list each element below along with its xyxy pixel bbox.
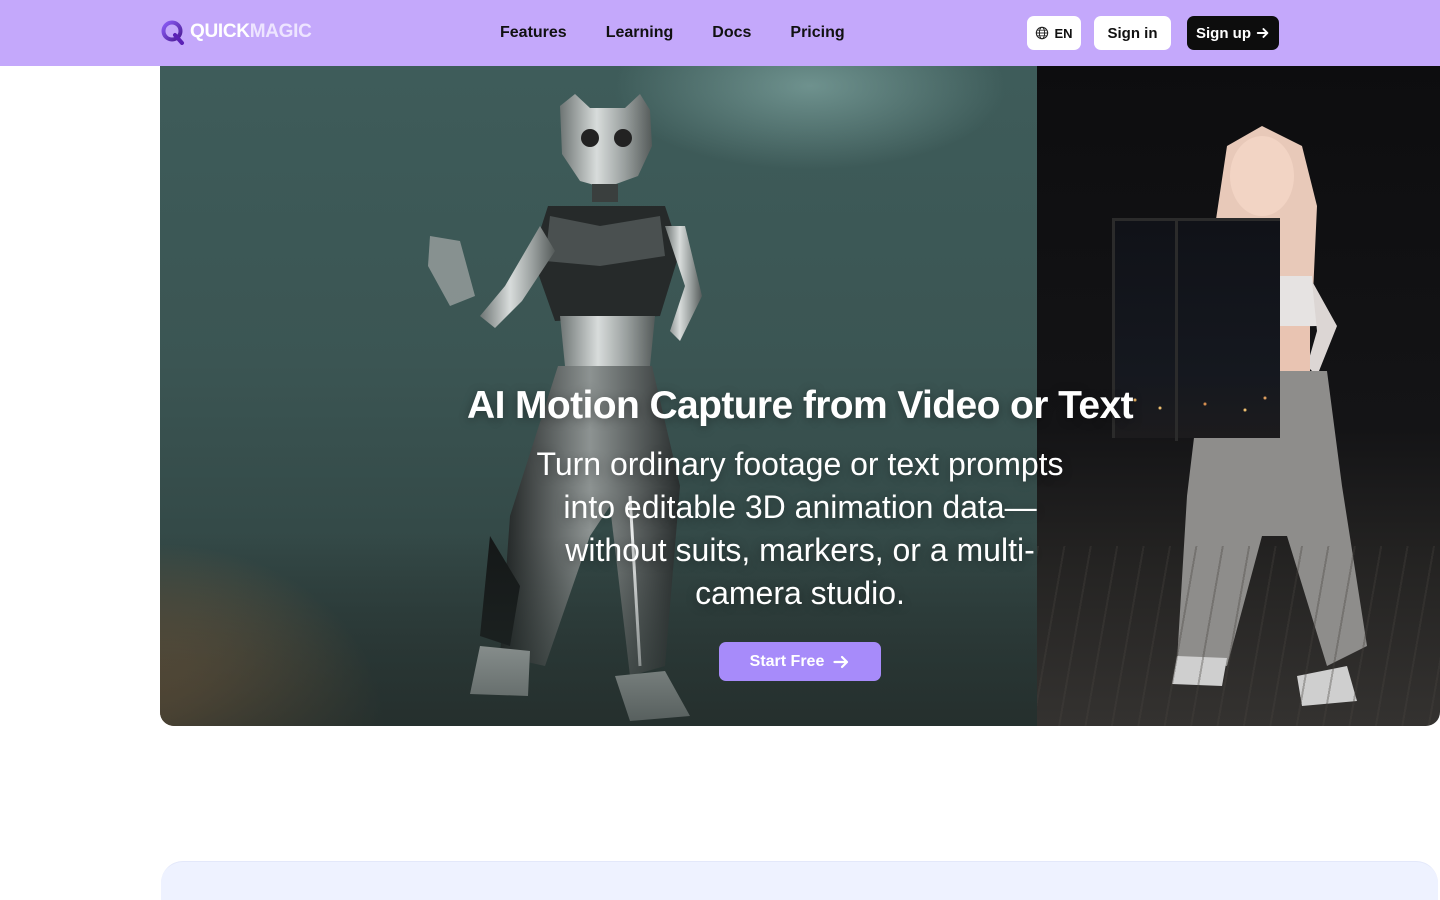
arrow-right-icon bbox=[1256, 28, 1269, 38]
logo-q-icon bbox=[161, 20, 184, 45]
nav-learning[interactable]: Learning bbox=[606, 22, 674, 44]
hero-subtitle: Turn ordinary footage or text prompts in… bbox=[536, 446, 1064, 611]
logo-text: QUICKMAGIC bbox=[190, 21, 312, 42]
quickmagic-logo[interactable]: QUICKMAGIC bbox=[160, 18, 312, 46]
hero-title: AI Motion Capture from Video or Text bbox=[467, 384, 1134, 427]
language-label: EN bbox=[1054, 25, 1073, 41]
sign-up-label: Sign up bbox=[1196, 24, 1251, 42]
start-free-button[interactable]: Start Free bbox=[719, 642, 881, 681]
nav-features[interactable]: Features bbox=[500, 22, 567, 44]
language-selector[interactable]: EN bbox=[1027, 16, 1081, 50]
nav-pricing[interactable]: Pricing bbox=[790, 22, 844, 44]
sign-in-button[interactable]: Sign in bbox=[1094, 16, 1171, 50]
sign-up-button[interactable]: Sign up bbox=[1187, 16, 1279, 50]
top-navbar: QUICKMAGIC Features Learning Docs Pricin… bbox=[0, 0, 1440, 66]
main-nav: Features Learning Docs Pricing bbox=[500, 22, 884, 44]
wood-floor bbox=[1037, 546, 1440, 726]
start-free-label: Start Free bbox=[749, 652, 825, 670]
globe-icon bbox=[1036, 26, 1049, 40]
arrow-right-icon bbox=[833, 655, 849, 668]
next-section-card bbox=[161, 861, 1438, 900]
nav-docs[interactable]: Docs bbox=[712, 22, 751, 44]
